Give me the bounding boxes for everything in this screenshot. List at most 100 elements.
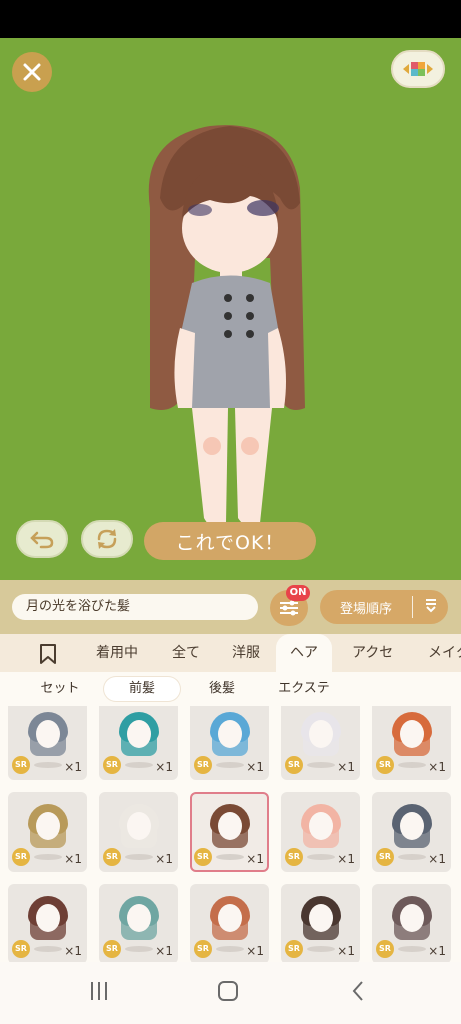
hair-item[interactable]: SR ×1 [8,706,87,780]
mannequin-stand [216,762,244,768]
hair-item[interactable]: SR ×1 [281,792,360,872]
rarity-badge: SR [103,848,121,866]
mannequin-stand [307,854,335,860]
mannequin-head [218,720,242,748]
rarity-badge: SR [285,848,303,866]
tab-accessories[interactable]: アクセ [352,634,393,672]
mannequin-stand [125,762,153,768]
mannequin-stand [216,946,244,952]
rarity-badge: SR [103,756,121,774]
hair-item[interactable]: SR ×1 [99,884,178,962]
hair-item[interactable]: SR ×1 [99,792,178,872]
subtab-set[interactable]: セット [22,677,98,701]
mannequin-head [400,904,424,932]
category-tabs: 着用中 全て 洋服 ヘア アクセ メイク [0,634,461,672]
avatar-character [148,125,305,544]
close-icon [23,63,41,81]
rarity-badge: SR [376,940,394,958]
recents-icon[interactable] [88,980,110,1008]
hair-item[interactable]: SR ×1 [190,884,269,962]
close-button[interactable] [12,52,52,92]
rarity-badge: SR [376,848,394,866]
hair-item[interactable]: SR ×1 [8,792,87,872]
home-icon[interactable] [217,980,239,1008]
subtab-extensions[interactable]: エクステ [266,677,342,701]
hair-sub-tabs: セット 前髪 後髪 エクステ [0,672,461,706]
hair-item[interactable]: SR ×1 [372,706,451,780]
rotate-icon [97,529,117,549]
rarity-badge: SR [285,756,303,774]
mannequin-head [36,904,60,932]
mannequin-head [309,720,333,748]
mannequin-head [309,812,333,840]
rotate-button[interactable] [81,520,133,558]
tab-makeup[interactable]: メイク [428,634,461,672]
mannequin-stand [398,762,426,768]
item-count: ×1 [155,944,173,958]
item-toolbar: 月の光を浴びた髪 ON 登場順序 [0,580,461,634]
item-name-field: 月の光を浴びた髪 [12,594,258,620]
undo-button[interactable] [16,520,68,558]
color-palette-button[interactable] [391,50,445,88]
back-icon[interactable] [348,980,370,1008]
rarity-badge: SR [12,756,30,774]
status-bar [0,0,461,38]
mannequin-head [127,812,151,840]
tab-clothes[interactable]: 洋服 [232,634,260,672]
hair-item[interactable]: SR ×1 [8,884,87,962]
sort-label: 登場順序 [339,601,392,617]
hair-item[interactable]: SR ×1 [281,706,360,780]
item-count: ×1 [428,760,446,774]
rarity-badge: SR [103,940,121,958]
hair-item[interactable]: SR ×1 [99,706,178,780]
mannequin-stand [125,854,153,860]
mannequin-stand [34,854,62,860]
undo-icon [30,531,54,549]
item-count: ×1 [428,944,446,958]
rarity-badge: SR [194,756,212,774]
mannequin-head [36,812,60,840]
tab-all[interactable]: 全て [172,634,200,672]
subtab-back-hair[interactable]: 後髪 [184,677,260,701]
filter-sliders-icon [280,600,298,616]
hair-item[interactable]: SR ×1 [281,884,360,962]
item-count: ×1 [246,852,264,866]
item-count: ×1 [337,760,355,774]
confirm-button[interactable]: これでOK！ [144,522,316,560]
hair-item-grid: SR ×1 SR ×1 SR ×1 SR ×1 SR ×1 SR ×1 SR ×1 SR ×1 SR ×1 SR ×1… [0,706,461,962]
mannequin-head [400,812,424,840]
mannequin-head [309,904,333,932]
tab-hair[interactable]: ヘア [276,634,332,672]
mannequin-head [218,812,242,840]
mannequin-stand [307,762,335,768]
filter-on-badge: ON [286,585,310,601]
bookmark-icon[interactable] [38,643,58,665]
sort-order-icon[interactable] [413,597,448,617]
item-count: ×1 [337,944,355,958]
item-count: ×1 [428,852,446,866]
item-count: ×1 [64,852,82,866]
mannequin-head [218,904,242,932]
mannequin-stand [216,854,244,860]
mannequin-stand [34,946,62,952]
rarity-badge: SR [12,848,30,866]
color-palette-icon [403,62,433,76]
hair-item[interactable]: SR ×1 [190,792,269,872]
hair-item[interactable]: SR ×1 [372,792,451,872]
sort-button[interactable]: 登場順序 [320,590,448,624]
mannequin-stand [34,762,62,768]
avatar-stage: これでOK！ [0,38,461,580]
item-count: ×1 [155,760,173,774]
mannequin-stand [398,946,426,952]
item-count: ×1 [246,944,264,958]
tab-wearing[interactable]: 着用中 [96,634,138,672]
mannequin-head [127,904,151,932]
mannequin-stand [125,946,153,952]
hair-item[interactable]: SR ×1 [372,884,451,962]
hair-item[interactable]: SR ×1 [190,706,269,780]
mannequin-head [127,720,151,748]
rarity-badge: SR [376,756,394,774]
mannequin-stand [307,946,335,952]
mannequin-head [400,720,424,748]
subtab-bangs[interactable]: 前髪 [104,677,180,701]
